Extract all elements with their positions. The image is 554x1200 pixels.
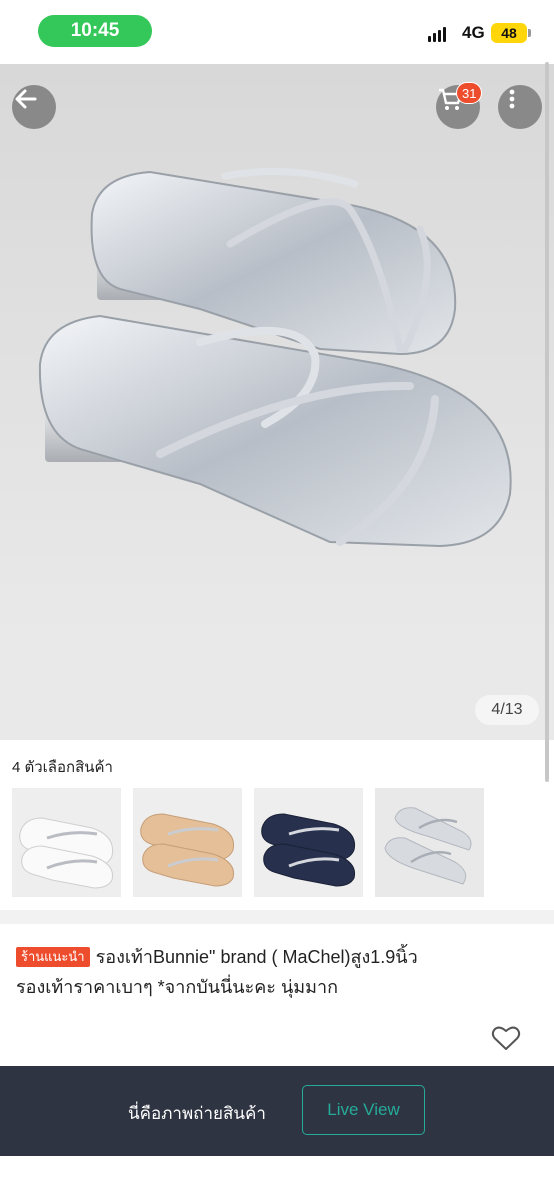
white-sandal-thumbnail — [12, 788, 121, 897]
bottom-bar — [0, 1066, 554, 1156]
like-button[interactable] — [490, 1022, 522, 1054]
image-counter: 4/13 — [475, 695, 539, 725]
battery-icon: 48 — [491, 23, 527, 43]
silver-sandal-thumbnail — [375, 788, 484, 897]
arrow-left-icon — [15, 89, 37, 109]
variants-title: 4 ตัวเลือกสินค้า — [12, 759, 113, 776]
scrollbar[interactable] — [545, 62, 549, 782]
live-view-button[interactable]: Live View — [302, 1085, 425, 1135]
product-title-line1: รองเท้าBunnie" brand ( MaChel)สูง1.9นิ้ว — [95, 947, 418, 967]
more-button[interactable] — [498, 85, 542, 129]
variant-list — [12, 788, 484, 897]
status-time: 10:45 — [38, 15, 152, 47]
section-divider — [0, 910, 554, 924]
product-title-line2: รองเท้าราคาเบาๆ *จากบันนี่นะคะ นุ่มมาก — [16, 977, 338, 997]
network-type: 4G — [462, 23, 485, 42]
variant-thumb-silver[interactable] — [375, 788, 484, 897]
battery-level: 48 — [501, 25, 517, 41]
cart-count-badge: 31 — [456, 82, 483, 104]
product-image[interactable]: 31 4/13 — [0, 64, 554, 740]
bottom-bar-text: นี่คือภาพถ่ายสินค้า — [128, 1104, 266, 1123]
variant-thumb-beige[interactable] — [133, 788, 242, 897]
signal-icon — [428, 26, 446, 42]
beige-sandal-thumbnail — [133, 788, 242, 897]
recommended-badge: ร้านแนะนำ — [16, 947, 90, 967]
more-vertical-icon — [509, 89, 515, 109]
product-title: ร้านแนะนำ รองเท้าBunnie" brand ( MaChel)ส… — [16, 942, 536, 1002]
heart-icon — [491, 1026, 521, 1050]
status-bar: 10:45 4G 48 — [0, 0, 554, 64]
battery-nub — [528, 29, 531, 37]
back-button[interactable] — [12, 85, 56, 129]
variant-thumb-navy[interactable] — [254, 788, 363, 897]
sandal-illustration — [0, 64, 554, 740]
home-indicator-area — [0, 1156, 554, 1200]
navy-sandal-thumbnail — [254, 788, 363, 897]
variant-thumb-white[interactable] — [12, 788, 121, 897]
